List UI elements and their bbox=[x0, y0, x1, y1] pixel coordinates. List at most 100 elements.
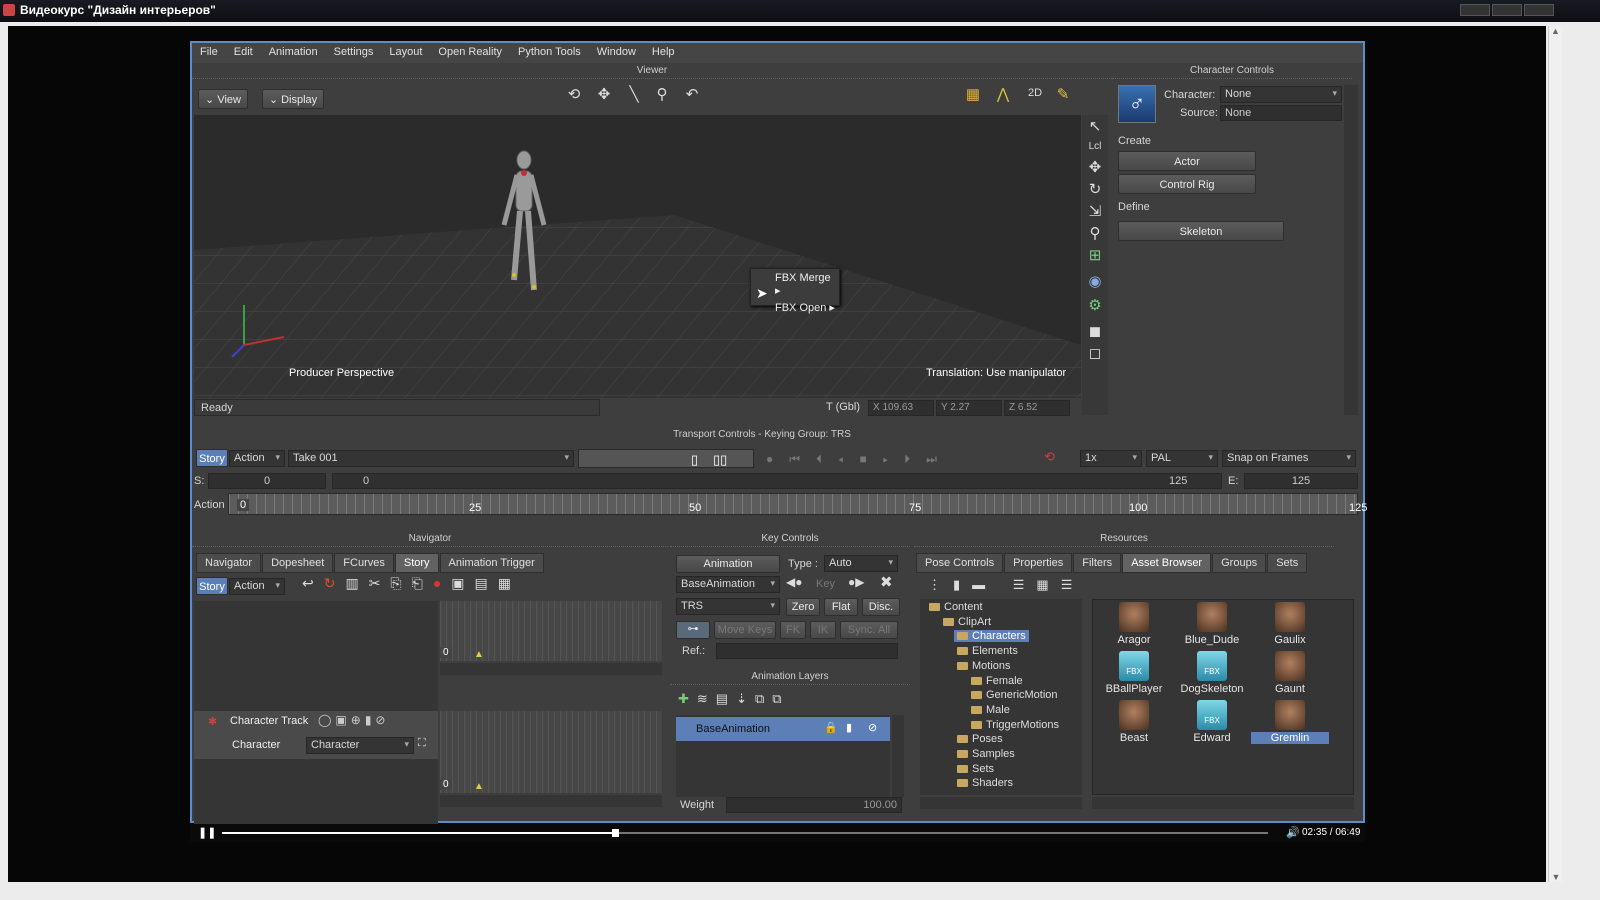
tree-node[interactable]: Sets bbox=[954, 763, 997, 775]
scale-icon[interactable]: ⇲ bbox=[1082, 202, 1108, 220]
rotate-icon[interactable]: ↻ bbox=[1082, 180, 1108, 198]
ik-button[interactable]: IK bbox=[810, 621, 836, 639]
character-controls-scrollbar[interactable] bbox=[1344, 85, 1358, 415]
next-key-icon[interactable]: ●▶ bbox=[848, 575, 864, 589]
tab-navigator[interactable]: Navigator bbox=[196, 553, 262, 573]
speed-dropdown[interactable]: 1x bbox=[1080, 450, 1142, 467]
pen-icon[interactable]: ✎ bbox=[1052, 85, 1074, 103]
fk-ik-icon[interactable]: ⚙ bbox=[1082, 296, 1108, 314]
display-menu-button[interactable]: ⌄ Display bbox=[262, 89, 324, 109]
ruler-icon[interactable]: ▦ bbox=[962, 85, 984, 103]
delete-key-icon[interactable]: ✖ bbox=[880, 573, 893, 591]
asset-item[interactable]: FBX BBallPlayer bbox=[1095, 651, 1173, 695]
navigator-story-button[interactable]: Story bbox=[196, 577, 228, 595]
flat-button[interactable]: Flat bbox=[824, 598, 858, 616]
character-track-row[interactable]: ✱ Character Track ◯▣⊕▮⊘ Character Charac… bbox=[194, 711, 438, 759]
tab-story[interactable]: Story bbox=[394, 553, 439, 573]
2d-icon[interactable]: 2D bbox=[1024, 87, 1046, 99]
loop-icon[interactable]: ⟲ bbox=[1044, 449, 1055, 465]
keying-group-dropdown[interactable]: TRS bbox=[676, 598, 780, 615]
tab-filters[interactable]: Filters bbox=[1073, 553, 1122, 573]
view-menu-button[interactable]: ⌄ View bbox=[198, 89, 248, 109]
tab-asset-browser[interactable]: Asset Browser bbox=[1122, 553, 1212, 573]
format-dropdown[interactable]: PAL bbox=[1146, 450, 1218, 467]
roll-icon[interactable]: ↶ bbox=[680, 85, 704, 103]
asset-item[interactable]: Gremlin bbox=[1251, 700, 1329, 744]
coord-y-field[interactable]: Y 2.27 bbox=[936, 400, 1002, 416]
time-slider[interactable]: 0 125 bbox=[332, 473, 1222, 489]
tree-hscrollbar[interactable] bbox=[920, 797, 1082, 809]
tree-node[interactable]: Characters bbox=[954, 630, 1029, 643]
zoom-icon[interactable]: ⚲ bbox=[650, 85, 674, 103]
character-dropdown[interactable]: None bbox=[1220, 86, 1342, 103]
close-button[interactable] bbox=[1524, 4, 1554, 16]
skeleton-button[interactable]: Skeleton bbox=[1118, 221, 1284, 241]
transport-story-button[interactable]: Story bbox=[196, 449, 228, 467]
tab-fcurves[interactable]: FCurves bbox=[334, 553, 394, 573]
coord-x-field[interactable]: X 109.63 bbox=[868, 400, 934, 416]
camera-icon[interactable]: ◉ bbox=[1082, 272, 1108, 290]
tree-node[interactable]: Content bbox=[926, 601, 986, 613]
fk-button[interactable]: FK bbox=[780, 621, 806, 639]
transport-buttons[interactable]: ●⏮⏴◂■▸⏵⏭ bbox=[766, 452, 953, 467]
single-pane-icon[interactable]: ▯ bbox=[691, 452, 698, 468]
track-toggles[interactable]: ◯▣⊕▮⊘ bbox=[318, 713, 389, 727]
layer-scrollbar[interactable] bbox=[892, 715, 904, 797]
ref-field[interactable] bbox=[716, 643, 898, 659]
menu-open-reality[interactable]: Open Reality bbox=[430, 43, 510, 63]
story-toolbar[interactable]: ↩↻▥✂⎘⎗●▣▤▦ bbox=[302, 575, 521, 592]
volume-icon[interactable]: 🔊 bbox=[1286, 826, 1300, 839]
tree-node[interactable]: Poses bbox=[954, 733, 1006, 745]
pause-icon[interactable]: ❚❚ bbox=[198, 826, 216, 839]
menu-animation[interactable]: Animation bbox=[261, 43, 326, 63]
tree-node[interactable]: Samples bbox=[954, 748, 1018, 760]
story-scrollbar-top[interactable] bbox=[440, 663, 662, 675]
layer-dropdown[interactable]: BaseAnimation bbox=[676, 576, 780, 593]
key-button[interactable]: Key bbox=[816, 578, 835, 590]
menu-edit[interactable]: Edit bbox=[226, 43, 261, 63]
dolly-icon[interactable]: ╲ bbox=[622, 85, 646, 103]
story-timeline-character[interactable]: 0 ▲ bbox=[440, 711, 662, 793]
navigator-action-dropdown[interactable]: Action bbox=[229, 578, 285, 595]
minimize-button[interactable] bbox=[1460, 4, 1490, 16]
start-field[interactable]: 0 bbox=[208, 473, 326, 489]
menu-file[interactable]: File bbox=[192, 43, 226, 63]
menu-settings[interactable]: Settings bbox=[326, 43, 382, 63]
tree-node[interactable]: Male bbox=[968, 704, 1013, 716]
asset-item[interactable]: FBX Edward bbox=[1173, 700, 1251, 744]
source-field[interactable]: None bbox=[1220, 105, 1342, 121]
menu-python-tools[interactable]: Python Tools bbox=[510, 43, 589, 63]
maximize-button[interactable] bbox=[1492, 4, 1522, 16]
zero-button[interactable]: Zero bbox=[786, 598, 820, 616]
cube-outline-icon[interactable]: ◻ bbox=[1082, 344, 1108, 362]
asset-toolbar[interactable]: ⋮▮▬ ☰▦☰ bbox=[928, 577, 1084, 593]
local-icon[interactable]: Lcl bbox=[1082, 141, 1108, 152]
cube-icon[interactable]: ◼ bbox=[1082, 322, 1108, 340]
layer-mute-icon[interactable]: ⊘ bbox=[868, 721, 877, 734]
take-dropdown[interactable]: Take 001 bbox=[288, 450, 574, 467]
tab-properties[interactable]: Properties bbox=[1004, 553, 1073, 573]
type-dropdown[interactable]: Auto bbox=[824, 555, 898, 572]
tab-pose-controls[interactable]: Pose Controls bbox=[916, 553, 1004, 573]
disc-button[interactable]: Disc. bbox=[862, 598, 900, 616]
control-rig-button[interactable]: Control Rig bbox=[1118, 174, 1256, 194]
host-scrollbar[interactable]: ▲ ▼ bbox=[1548, 26, 1562, 882]
transport-action-dropdown[interactable]: Action bbox=[229, 450, 285, 467]
asset-item[interactable]: Gaulix bbox=[1251, 602, 1329, 646]
snap-dropdown[interactable]: Snap on Frames bbox=[1222, 450, 1356, 467]
character-icon[interactable]: ♂ bbox=[1118, 85, 1156, 123]
asset-item[interactable]: Gaunt bbox=[1251, 651, 1329, 695]
story-timeline-top[interactable]: 0 ▲ bbox=[440, 601, 662, 661]
tree-node[interactable]: Female bbox=[968, 675, 1026, 687]
select-icon[interactable]: ↖ bbox=[1082, 117, 1108, 135]
weight-field[interactable]: 100.00 bbox=[726, 797, 902, 813]
tab-groups[interactable]: Groups bbox=[1212, 553, 1267, 573]
tree-scrollbar[interactable] bbox=[1070, 599, 1082, 795]
seek-track[interactable] bbox=[222, 832, 1268, 834]
asset-hscrollbar[interactable] bbox=[1092, 797, 1354, 809]
character-pose-icon[interactable]: ⛶ bbox=[418, 737, 426, 750]
animation-button[interactable]: Animation bbox=[676, 555, 780, 573]
asset-item[interactable]: Hu bbox=[1329, 602, 1353, 646]
asset-item[interactable]: Aragor bbox=[1095, 602, 1173, 646]
curve-icon[interactable]: ⋀ bbox=[992, 85, 1014, 103]
